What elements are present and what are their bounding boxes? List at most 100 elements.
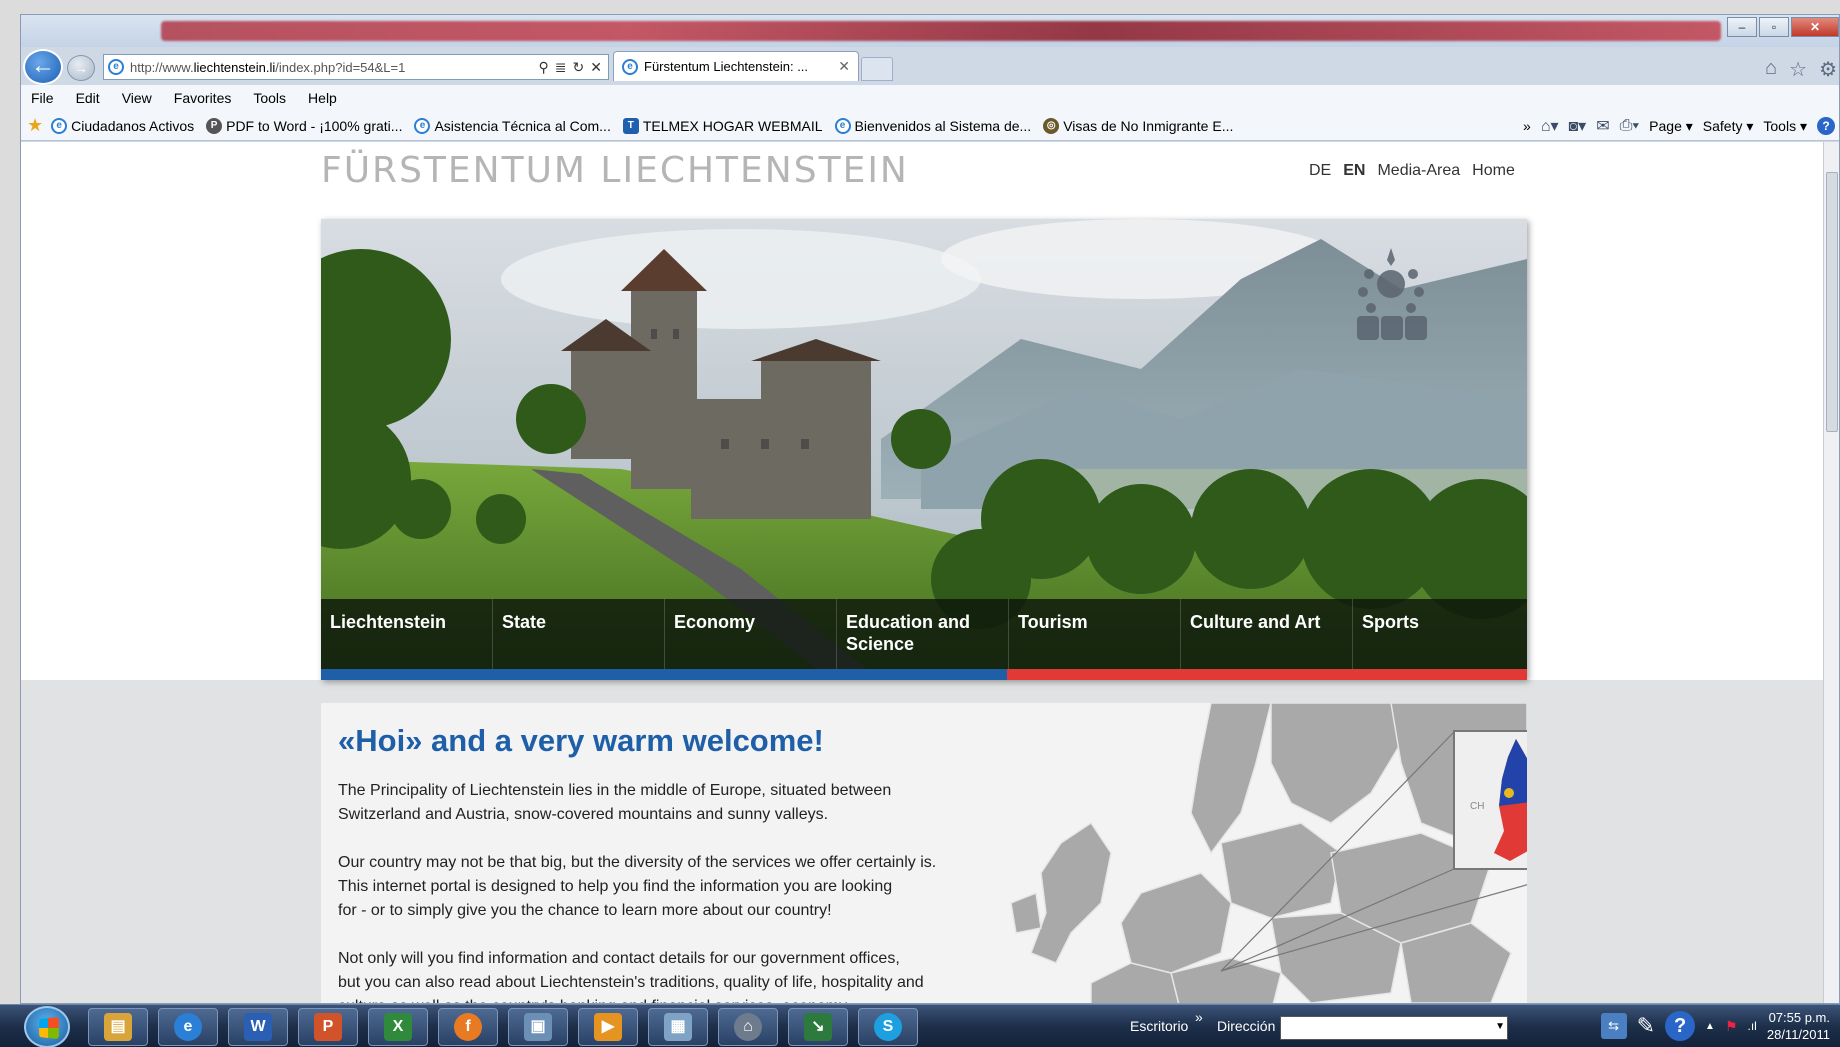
system-clock[interactable]: 07:55 p.m. 28/11/2011	[1767, 1009, 1830, 1043]
taskbar-word[interactable]: W	[228, 1008, 288, 1046]
favorite-link[interactable]: T TELMEX HOGAR WEBMAIL	[622, 117, 823, 134]
menu-view[interactable]: View	[122, 90, 152, 106]
address-bar[interactable]: e http://www.liechtenstein.li/index.php?…	[103, 54, 609, 80]
forward-button[interactable]: →	[67, 55, 95, 81]
browser-window: – ▫ ✕ ← → e http://www.liechtenstein.li/…	[20, 14, 1840, 1004]
blurred-title	[161, 21, 1721, 41]
intro-paragraph: The Principality of Liechtenstein lies i…	[338, 782, 892, 823]
taskbar-ie[interactable]: e	[158, 1008, 218, 1046]
favorites-star-icon[interactable]: ☆	[1789, 57, 1807, 82]
favorite-label: PDF to Word - ¡100% grati...	[226, 117, 403, 134]
taskbar-explorer[interactable]: ▤	[88, 1008, 148, 1046]
stop-icon[interactable]: ✕	[590, 59, 602, 76]
home-icon[interactable]: ⌂▾	[1541, 116, 1559, 136]
remote-desktop-icon: ↘	[804, 1013, 832, 1041]
nav-tourism[interactable]: Tourism	[1009, 599, 1181, 669]
favorite-link[interactable]: e Bienvenidos al Sistema de...	[834, 117, 1032, 134]
taskbar-excel[interactable]: X	[368, 1008, 428, 1046]
vertical-scrollbar[interactable]	[1823, 142, 1839, 1003]
go-icon[interactable]: ⇆	[1600, 1013, 1627, 1039]
start-button[interactable]	[24, 1006, 70, 1047]
command-bar: » ⌂▾ ◙▾ ✉ ⎙▾ Page ▾ Safety ▾ Tools ▾ ?	[1523, 111, 1835, 141]
menu-file[interactable]: File	[31, 90, 54, 106]
close-button[interactable]: ✕	[1791, 17, 1839, 37]
media-area-link[interactable]: Media-Area	[1377, 162, 1460, 180]
intro-paragraph: Our country may not be that big, but the…	[338, 854, 937, 919]
gear-icon[interactable]: ⚙	[1819, 57, 1837, 82]
folder-icon: ▤	[104, 1013, 132, 1041]
action-center-flag-icon[interactable]: ⚑	[1725, 1018, 1738, 1035]
favorite-link[interactable]: P PDF to Word - ¡100% grati...	[206, 117, 403, 134]
page-viewport: FÜRSTENTUM LIECHTENSTEIN DE EN Media-Are…	[21, 142, 1833, 1004]
help-icon[interactable]: ?	[1665, 1011, 1696, 1041]
favorites-star-icon[interactable]: ★	[27, 115, 43, 136]
taskbar-photos[interactable]: ▣	[508, 1008, 568, 1046]
nav-liechtenstein[interactable]: Liechtenstein	[321, 599, 493, 669]
nav-culture-art[interactable]: Culture and Art	[1181, 599, 1353, 669]
browser-tab[interactable]: e Fürstentum Liechtenstein: ... ✕	[613, 51, 859, 81]
menu-edit[interactable]: Edit	[76, 90, 100, 106]
new-tab-button[interactable]	[861, 57, 893, 81]
nav-education-science[interactable]: Education and Science	[837, 599, 1009, 669]
firefox-icon: f	[454, 1013, 482, 1041]
media-player-icon: ▶	[594, 1013, 622, 1041]
desktop-toolbar-label[interactable]: Escritorio	[1130, 1018, 1188, 1034]
signal-icon[interactable]: .ıl	[1748, 1019, 1757, 1033]
nav-state[interactable]: State	[493, 599, 665, 669]
favorite-link[interactable]: e Asistencia Técnica al Com...	[414, 117, 611, 134]
taskbar-network[interactable]: ⌂	[718, 1008, 778, 1046]
skype-icon: S	[874, 1013, 902, 1041]
taskbar-firefox[interactable]: f	[438, 1008, 498, 1046]
clock-date: 28/11/2011	[1766, 1027, 1830, 1042]
address-url[interactable]: http://www.liechtenstein.li/index.php?id…	[130, 60, 539, 75]
url-path: /index.php?id=54&L=1	[275, 59, 406, 75]
tools-menu[interactable]: Tools ▾	[1763, 118, 1807, 135]
favorite-link[interactable]: e Ciudadanos Activos	[51, 117, 194, 134]
home-icon[interactable]: ⌂	[1765, 57, 1777, 82]
flag-stripe	[321, 669, 1527, 680]
home-link[interactable]: Home	[1472, 162, 1515, 180]
windows-taskbar: ▤ e W P X f ▣ ▶ ▦ ⌂ ↘ S Escritorio » Dir…	[0, 1004, 1840, 1047]
favorite-link[interactable]: ◎ Visas de No Inmigrante E...	[1043, 117, 1233, 134]
help-icon[interactable]: ?	[1817, 117, 1835, 135]
print-icon[interactable]: ⎙▾	[1620, 117, 1640, 135]
tab-close-icon[interactable]: ✕	[838, 58, 850, 75]
europe-map[interactable]: CH AT	[971, 703, 1527, 1004]
taskbar-remote[interactable]: ↘	[788, 1008, 848, 1046]
taskbar-address-input[interactable]: ▼	[1280, 1016, 1508, 1040]
hero-banner: Liechtenstein State Economy Education an…	[321, 219, 1527, 680]
compatibility-icon[interactable]: ≣	[555, 59, 567, 76]
lang-en-link[interactable]: EN	[1343, 162, 1365, 180]
feeds-icon[interactable]: ◙▾	[1569, 116, 1587, 136]
favorite-label: TELMEX HOGAR WEBMAIL	[642, 117, 823, 134]
scrollbar-thumb[interactable]	[1826, 172, 1838, 432]
back-button[interactable]: ←	[23, 49, 63, 85]
taskbar-media[interactable]: ▶	[578, 1008, 638, 1046]
page-menu[interactable]: Page ▾	[1649, 118, 1693, 135]
taskbar-calculator[interactable]: ▦	[648, 1008, 708, 1046]
minimize-button[interactable]: –	[1727, 17, 1757, 37]
menu-tools[interactable]: Tools	[253, 90, 286, 106]
search-icon[interactable]: ⚲	[539, 59, 549, 76]
menu-favorites[interactable]: Favorites	[174, 90, 232, 106]
show-hidden-icons[interactable]: ▲	[1705, 1021, 1715, 1032]
safety-menu[interactable]: Safety ▾	[1703, 118, 1754, 135]
site-title: FÜRSTENTUM LIECHTENSTEIN	[321, 150, 909, 191]
nav-economy[interactable]: Economy	[665, 599, 837, 669]
favorite-label: Bienvenidos al Sistema de...	[854, 117, 1032, 134]
browser-right-icons: ⌂ ☆ ⚙	[1765, 57, 1837, 82]
welcome-section: «Hoi» and a very warm welcome! The Princ…	[321, 703, 1527, 1004]
ie-icon: e	[414, 117, 431, 134]
pen-icon[interactable]: ✎	[1637, 1013, 1655, 1039]
lang-de-link[interactable]: DE	[1309, 162, 1331, 180]
toolbar-more-chevron[interactable]: »	[1195, 1009, 1203, 1025]
taskbar-powerpoint[interactable]: P	[298, 1008, 358, 1046]
taskbar-skype[interactable]: S	[858, 1008, 918, 1046]
refresh-icon[interactable]: ↻	[573, 59, 585, 76]
chevron-down-icon[interactable]: ▼	[1495, 1021, 1505, 1032]
maximize-button[interactable]: ▫	[1759, 17, 1789, 37]
nav-sports[interactable]: Sports	[1353, 599, 1525, 669]
menu-help[interactable]: Help	[308, 90, 337, 106]
more-chevron[interactable]: »	[1523, 118, 1531, 134]
mail-icon[interactable]: ✉	[1596, 116, 1609, 136]
